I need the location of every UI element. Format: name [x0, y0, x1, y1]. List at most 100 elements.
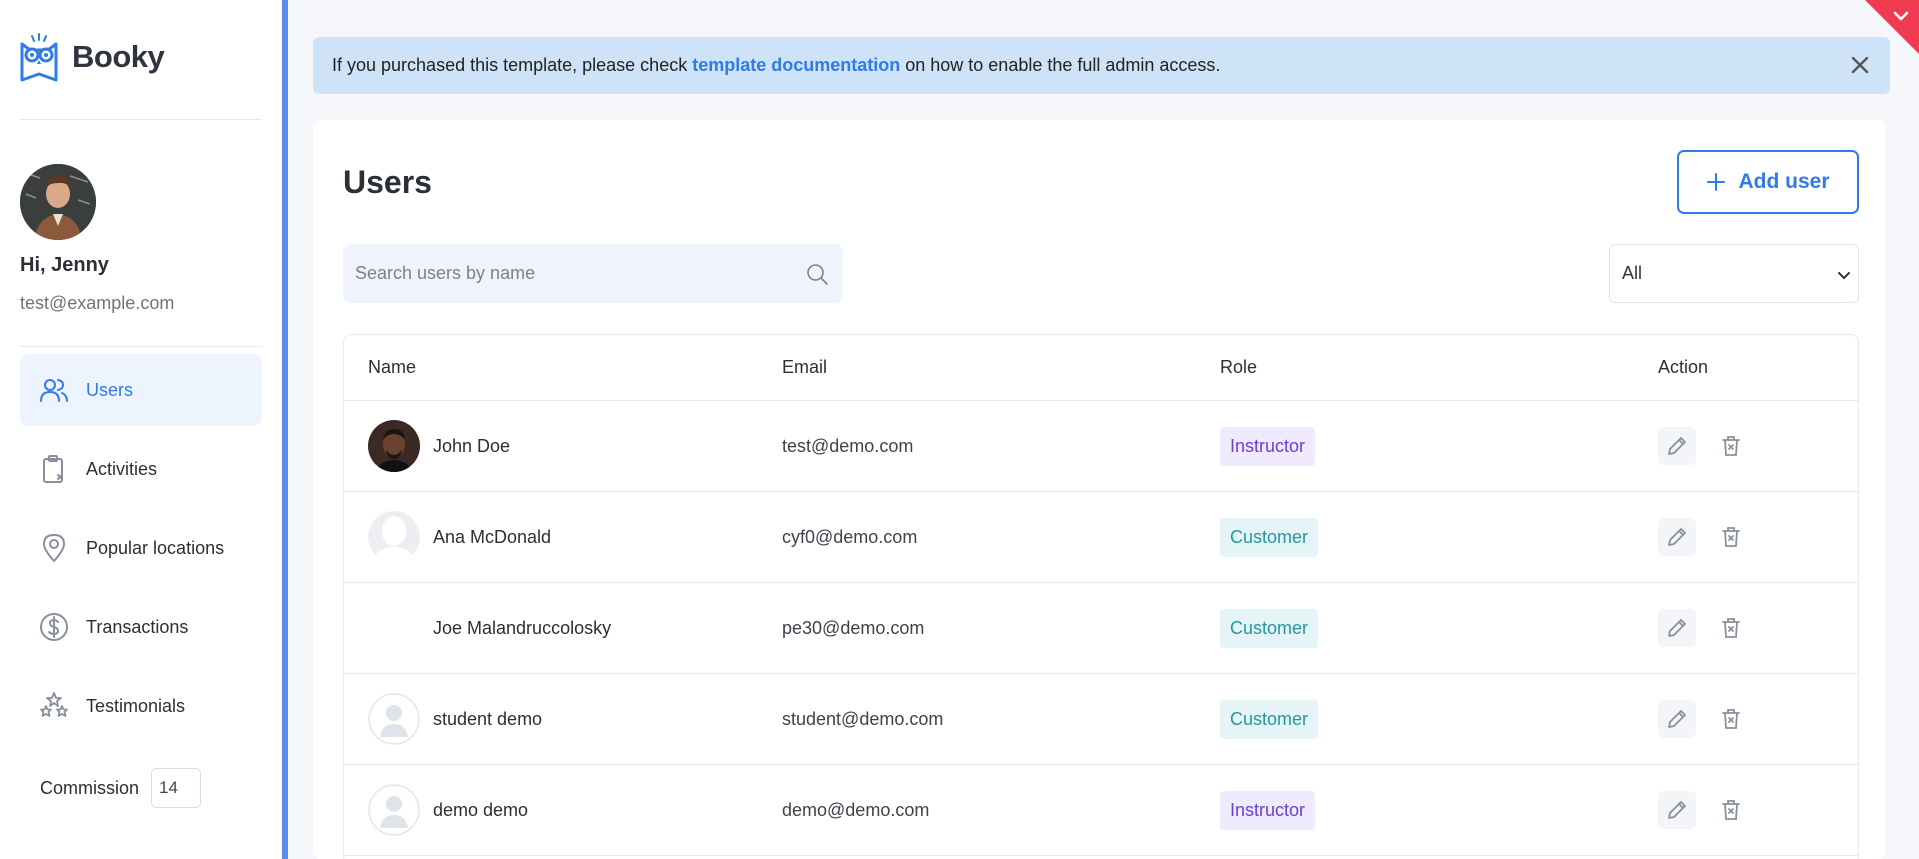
- avatar: [368, 511, 420, 563]
- edit-button[interactable]: [1658, 518, 1696, 556]
- info-alert: If you purchased this template, please c…: [313, 37, 1890, 94]
- delete-button[interactable]: [1712, 700, 1750, 738]
- user-name: demo demo: [433, 799, 529, 820]
- logo[interactable]: Booky: [18, 30, 165, 84]
- pencil-icon: [1668, 710, 1686, 728]
- stars-icon: [40, 692, 68, 717]
- edit-button[interactable]: [1658, 609, 1696, 647]
- role-filter-select[interactable]: All: [1609, 244, 1859, 303]
- search-box: [343, 244, 843, 303]
- users-table: Name Email Role Action John Doe test@dem…: [343, 334, 1859, 859]
- edit-button[interactable]: [1658, 791, 1696, 829]
- page-title: Users: [343, 164, 432, 200]
- sidebar-nav: Users Activities Popular locations Trans…: [20, 354, 262, 749]
- trash-icon: [1722, 709, 1740, 729]
- add-user-button[interactable]: Add user: [1677, 150, 1859, 214]
- edit-button[interactable]: [1658, 700, 1696, 738]
- sidebar-item-label: Transactions: [86, 616, 189, 637]
- trash-icon: [1722, 618, 1740, 638]
- pencil-icon: [1668, 619, 1686, 637]
- role-badge: Customer: [1220, 608, 1319, 648]
- alert-text-before: If you purchased this template, please c…: [332, 55, 688, 75]
- table-row: demo demo demo@demo.com Instructor: [344, 765, 1858, 856]
- user-photo-icon: [20, 164, 96, 240]
- avatar: [368, 602, 420, 654]
- chevron-down-icon: [1865, 0, 1919, 54]
- table-header: Name Email Role Action: [344, 335, 1858, 401]
- sidebar-item-transactions[interactable]: Transactions: [20, 591, 262, 663]
- user-placeholder-icon: [368, 693, 420, 745]
- documentation-link[interactable]: template documentation: [692, 55, 900, 76]
- sidebar-item-activities[interactable]: Activities: [20, 433, 262, 505]
- user-email-cell: demo@demo.com: [782, 799, 930, 820]
- user-name: Ana McDonald: [433, 526, 552, 547]
- avatar[interactable]: [20, 164, 96, 240]
- sidebar-border: [282, 0, 288, 859]
- user-email-cell: test@demo.com: [782, 435, 914, 456]
- add-user-label: Add user: [1738, 170, 1830, 193]
- user-name: Joe Malandruccolosky: [433, 617, 612, 638]
- role-badge: Customer: [1220, 517, 1319, 557]
- commission-control: Commission: [40, 768, 202, 808]
- sidebar-item-users[interactable]: Users: [20, 354, 262, 426]
- table-row: Ana McDonald cyf0@demo.com Customer: [344, 492, 1858, 583]
- chevron-down-icon: [1838, 272, 1850, 280]
- map-pin-icon: [42, 533, 66, 563]
- sidebar-item-label: Users: [86, 379, 134, 400]
- table-row: student demo student@demo.com Customer: [344, 674, 1858, 765]
- delete-button[interactable]: [1712, 791, 1750, 829]
- user-photo-icon: [368, 420, 420, 472]
- user-email-cell: student@demo.com: [782, 708, 944, 729]
- user-placeholder-icon: [368, 511, 420, 563]
- user-greeting: Hi, Jenny: [20, 254, 109, 276]
- divider: [20, 346, 262, 347]
- user-email-cell: pe30@demo.com: [782, 617, 925, 638]
- user-name: student demo: [433, 708, 543, 729]
- search-input[interactable]: [343, 244, 843, 303]
- user-email-cell: cyf0@demo.com: [782, 526, 918, 547]
- column-header-action: Action: [1658, 357, 1709, 377]
- pencil-icon: [1668, 437, 1686, 455]
- user-name: John Doe: [433, 435, 511, 456]
- table-row: John Doe test@demo.com Instructor: [344, 401, 1858, 492]
- avatar: [368, 420, 420, 472]
- sidebar-item-label: Testimonials: [86, 695, 186, 716]
- delete-button[interactable]: [1712, 609, 1750, 647]
- users-icon: [40, 379, 68, 402]
- user-placeholder-icon: [368, 784, 420, 836]
- trash-icon: [1722, 527, 1740, 547]
- delete-button[interactable]: [1712, 518, 1750, 556]
- clipboard-icon: [43, 455, 63, 483]
- pencil-icon: [1668, 801, 1686, 819]
- user-email: test@example.com: [20, 293, 175, 313]
- dollar-circle-icon: [40, 613, 68, 641]
- sidebar-item-label: Activities: [86, 458, 158, 479]
- sidebar-item-popular-locations[interactable]: Popular locations: [20, 512, 262, 584]
- alert-text-after: on how to enable the full admin access.: [905, 55, 1221, 75]
- column-header-role: Role: [1220, 357, 1258, 377]
- role-badge: Customer: [1220, 699, 1319, 739]
- divider: [20, 119, 262, 120]
- role-badge: Instructor: [1220, 426, 1316, 466]
- trash-icon: [1722, 436, 1740, 456]
- edit-button[interactable]: [1658, 427, 1696, 465]
- avatar: [368, 693, 420, 745]
- pencil-icon: [1668, 528, 1686, 546]
- corner-ribbon[interactable]: [1853, 0, 1919, 66]
- app-name: Booky: [72, 39, 165, 74]
- trash-icon: [1722, 800, 1740, 820]
- role-badge: Instructor: [1220, 790, 1316, 830]
- column-header-email: Email: [782, 357, 828, 377]
- delete-button[interactable]: [1712, 427, 1750, 465]
- sidebar-item-testimonials[interactable]: Testimonials: [20, 670, 262, 742]
- avatar: [368, 784, 420, 836]
- commission-label: Commission: [40, 777, 140, 798]
- search-icon[interactable]: [805, 262, 829, 286]
- commission-input[interactable]: [151, 768, 202, 808]
- table-row: Joe Malandruccolosky pe30@demo.com Custo…: [344, 583, 1858, 674]
- sidebar: Booky Hi, Jenny test@example.com Users A…: [0, 0, 282, 859]
- sidebar-item-label: Popular locations: [86, 537, 225, 558]
- role-filter-value: All: [1622, 263, 1643, 283]
- column-header-name: Name: [368, 357, 417, 377]
- users-card: Users Add user All Name Email Role Actio…: [313, 120, 1885, 859]
